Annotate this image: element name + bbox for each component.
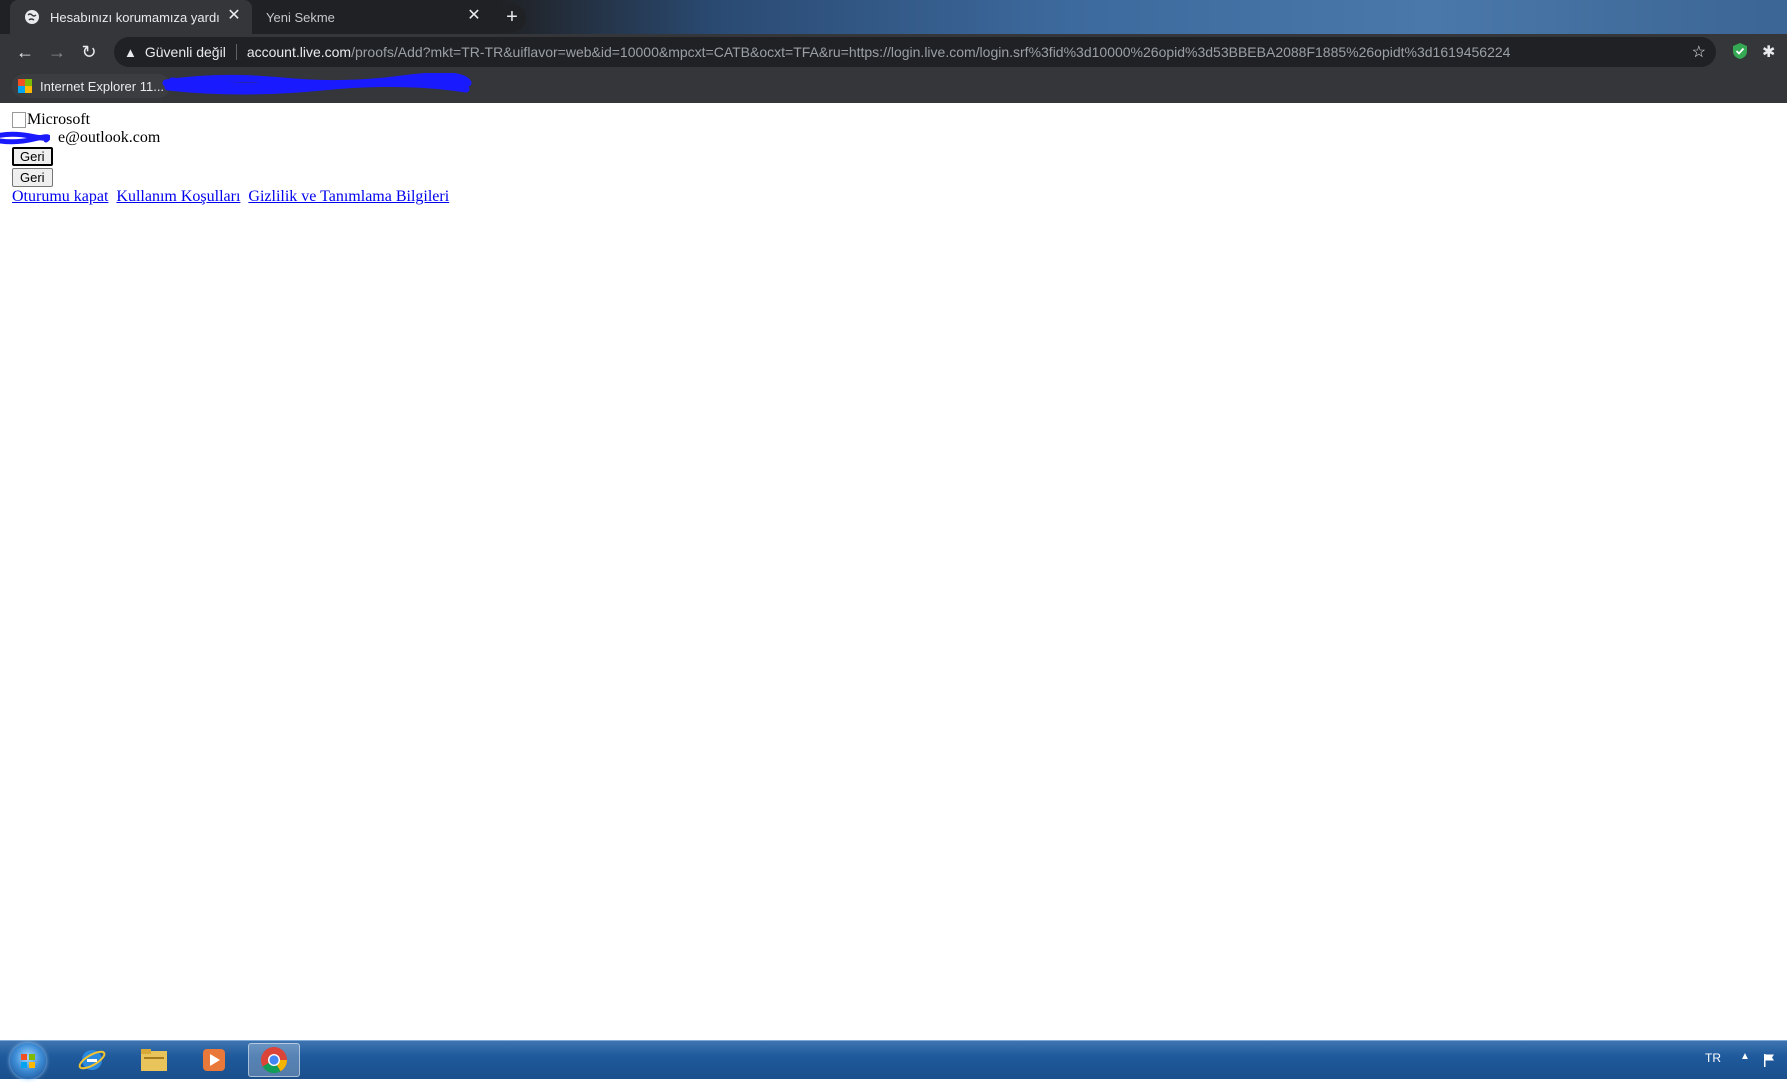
- internet-explorer-icon[interactable]: [66, 1043, 118, 1077]
- back-arrow-icon[interactable]: ←: [13, 40, 37, 64]
- globe-icon: [25, 10, 39, 24]
- footer-links: Oturumu kapat Kullanım Koşulları Gizlili…: [12, 188, 453, 206]
- toolbar: ← → ↻ ▲ Güvenli değil account.live.com/p…: [0, 34, 1787, 70]
- bookmark-label: Internet Explorer 11...: [40, 78, 165, 94]
- back-button-secondary[interactable]: Geri: [12, 168, 53, 187]
- close-icon[interactable]: ✕: [226, 8, 242, 24]
- security-label[interactable]: Güvenli değil: [145, 44, 226, 60]
- extensions-puzzle-icon[interactable]: ✱: [1762, 42, 1780, 61]
- windows-start-icon[interactable]: [10, 1043, 46, 1079]
- tab-active[interactable]: Hesabınızı korumamıza yardımcı ✕: [10, 0, 252, 34]
- forward-arrow-icon[interactable]: →: [45, 40, 69, 64]
- bookmark-item[interactable]: Internet Explorer 11...: [12, 74, 171, 98]
- action-center-flag-icon[interactable]: [1763, 1053, 1775, 1067]
- tab-title: Hesabınızı korumamıza yardımcı: [50, 9, 220, 25]
- bookmark-star-icon[interactable]: ☆: [1692, 42, 1706, 62]
- microsoft-logo: Microsoft: [12, 111, 90, 129]
- logo-alt-text: Microsoft: [27, 111, 91, 128]
- url-path: /proofs/Add?mkt=TR-TR&uiflavor=web&id=10…: [351, 44, 1511, 60]
- close-icon[interactable]: ✕: [466, 8, 482, 24]
- redaction-scribble: [162, 73, 472, 95]
- privacy-link[interactable]: Gizlilik ve Tanımlama Bilgileri: [248, 188, 449, 205]
- back-button[interactable]: Geri: [12, 147, 53, 166]
- language-indicator[interactable]: TR: [1705, 1051, 1721, 1065]
- reload-icon[interactable]: ↻: [77, 40, 101, 64]
- chrome-icon[interactable]: [248, 1043, 300, 1077]
- sign-out-link[interactable]: Oturumu kapat: [12, 188, 108, 205]
- divider: [235, 44, 237, 60]
- url-domain: account.live.com: [246, 44, 352, 60]
- tab-strip: Hesabınızı korumamıza yardımcı ✕ Yeni Se…: [0, 0, 1787, 34]
- tray-expand-icon[interactable]: ▲: [1740, 1051, 1750, 1062]
- warning-icon[interactable]: ▲: [124, 45, 137, 60]
- redaction-scribble: [0, 131, 50, 145]
- email-text: e@outlook.com: [58, 129, 161, 146]
- new-tab-button[interactable]: +: [498, 4, 526, 32]
- terms-link[interactable]: Kullanım Koşulları: [116, 188, 240, 205]
- address-bar[interactable]: ▲ Güvenli değil account.live.com/proofs/…: [114, 37, 1716, 67]
- microsoft-logo-icon: [18, 79, 32, 93]
- media-player-icon[interactable]: [188, 1043, 240, 1077]
- shield-extension-icon[interactable]: [1732, 42, 1748, 60]
- tab-new[interactable]: Yeni Sekme ✕: [252, 0, 492, 34]
- windows-logo-icon: [21, 1054, 35, 1068]
- browser-chrome: Hesabınızı korumamıza yardımcı ✕ Yeni Se…: [0, 0, 1787, 103]
- file-explorer-icon[interactable]: [128, 1043, 180, 1077]
- broken-image-icon: [12, 112, 26, 128]
- taskbar: TR ▲: [0, 1040, 1787, 1079]
- tab-title: Yeni Sekme: [266, 9, 335, 25]
- page-content: Microsoft e@outlook.com Geri Geri Oturum…: [0, 103, 1787, 1040]
